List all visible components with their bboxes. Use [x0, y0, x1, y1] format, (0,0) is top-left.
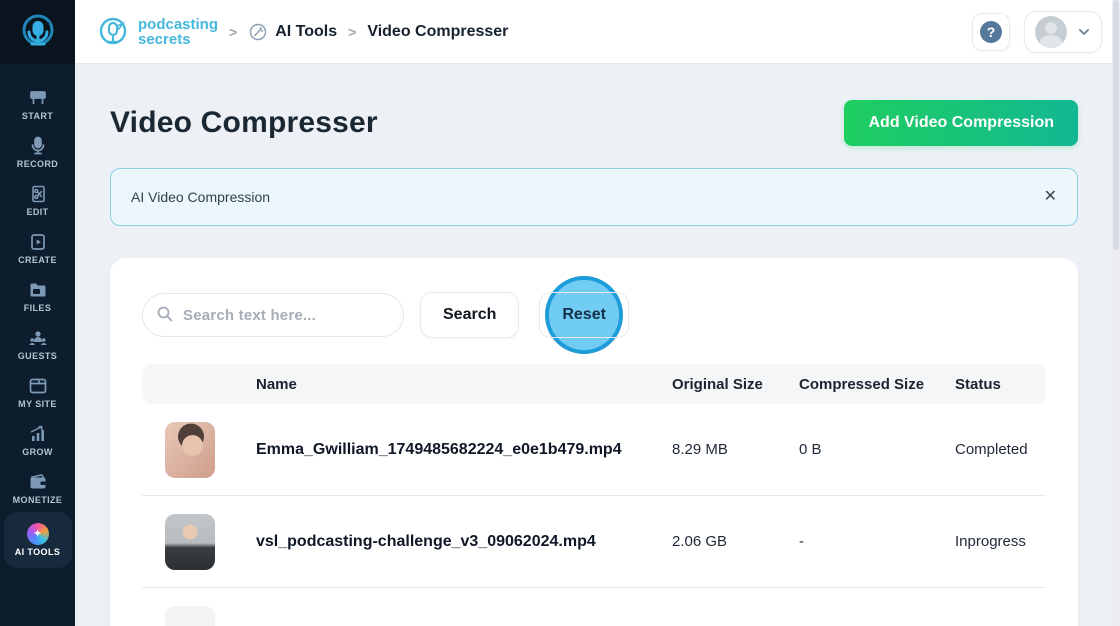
- info-banner-text: AI Video Compression: [131, 189, 271, 205]
- sidebar-item-my-site[interactable]: MY SITE: [4, 368, 72, 416]
- close-icon[interactable]: ✕: [1044, 189, 1057, 205]
- sidebar-item-label: MY SITE: [18, 398, 57, 409]
- search-toolbar: Search Reset: [142, 276, 1046, 354]
- page-header: Video Compresser Add Video Compression: [110, 92, 1078, 154]
- breadcrumb-video-compresser[interactable]: Video Compresser: [367, 23, 508, 41]
- video-thumbnail[interactable]: [165, 421, 215, 478]
- topbar-right: ?: [972, 10, 1102, 53]
- sidebar-item-files[interactable]: FILES: [4, 272, 72, 320]
- app-window: START RECORD EDIT CREATE FILES GUESTS MY…: [0, 0, 1120, 626]
- breadcrumb-label: Video Compresser: [367, 22, 509, 40]
- main-area: podcasting secrets > AI Tools > Video Co…: [75, 0, 1120, 626]
- user-menu[interactable]: [1024, 10, 1102, 53]
- sidebar-item-start[interactable]: START: [4, 80, 72, 128]
- search-button[interactable]: Search: [420, 292, 520, 338]
- growth-chart-icon: [28, 424, 48, 444]
- video-thumbnail[interactable]: [165, 605, 215, 626]
- sidebar-item-edit[interactable]: EDIT: [4, 176, 72, 224]
- compression-list-card: Search Reset Name Original Size Compress…: [110, 258, 1078, 626]
- sidebar-item-monetize[interactable]: MONETIZE: [4, 464, 72, 512]
- table-header-row: Name Original Size Compressed Size Statu…: [142, 364, 1046, 404]
- sidebar-item-record[interactable]: RECORD: [4, 128, 72, 176]
- sidebar-item-label: EDIT: [26, 206, 49, 217]
- brand-line1: podcasting: [138, 15, 219, 33]
- help-icon: ?: [980, 20, 1002, 43]
- table-row: Emma_Gwilliam_1749485682224_e0e1b479.mp4…: [142, 404, 1046, 496]
- sidebar-item-label: GUESTS: [17, 350, 58, 361]
- sidebar-item-label: START: [21, 110, 54, 121]
- video-thumbnail[interactable]: [165, 513, 215, 570]
- sidebar-logo[interactable]: [0, 0, 75, 64]
- sidebar-item-label: RECORD: [16, 158, 59, 169]
- compressed-size: -: [799, 533, 804, 550]
- header-original-size: Original Size: [672, 375, 763, 393]
- chevron-down-icon: [1077, 25, 1091, 39]
- breadcrumb-ai-tools[interactable]: AI Tools: [248, 22, 337, 42]
- sidebar-item-label: FILES: [23, 302, 52, 313]
- microphone-icon: [28, 136, 48, 156]
- video-name: Emma_Gwilliam_1749485682224_e0e1b479.mp4: [256, 440, 622, 458]
- header-compressed-size: Compressed Size: [799, 375, 925, 393]
- topbar: podcasting secrets > AI Tools > Video Co…: [75, 0, 1120, 64]
- breadcrumb-separator: >: [229, 23, 238, 40]
- brand-wordmark: podcasting secrets: [138, 17, 218, 47]
- edit-clip-icon: [28, 184, 48, 204]
- topbar-left: podcasting secrets > AI Tools > Video Co…: [95, 14, 508, 50]
- original-size: 2.06 GB: [672, 533, 728, 550]
- scrollbar-thumb[interactable]: [1113, 0, 1119, 250]
- video-name: vsl_podcasting-challenge_v3_09062024.mp4: [256, 532, 596, 550]
- breadcrumb-separator: >: [348, 23, 357, 40]
- wallet-icon: [28, 472, 48, 492]
- status-text: Completed: [955, 441, 1028, 458]
- avatar: [1035, 15, 1067, 48]
- add-video-compression-button[interactable]: Add Video Compression: [844, 100, 1078, 146]
- sidebar-item-guests[interactable]: GUESTS: [4, 320, 72, 368]
- podcasting-secrets-logo-icon: [17, 11, 59, 53]
- breadcrumb-label: AI Tools: [275, 22, 338, 40]
- scrollbar-track[interactable]: [1112, 0, 1120, 626]
- brand-logo[interactable]: podcasting secrets: [95, 14, 218, 50]
- info-banner: AI Video Compression ✕: [110, 168, 1078, 226]
- magic-wand-circle-icon: [248, 22, 268, 42]
- header-name: Name: [256, 375, 297, 393]
- table-row: episode-20.mp4 2.21 GB 0 B Completed: [142, 588, 1046, 626]
- table-row: vsl_podcasting-challenge_v3_09062024.mp4…: [142, 496, 1046, 588]
- sidebar-item-label: AI TOOLS: [14, 546, 61, 557]
- sidebar-item-ai-tools[interactable]: AI TOOLS: [3, 512, 72, 568]
- sidebar: START RECORD EDIT CREATE FILES GUESTS MY…: [0, 0, 75, 626]
- brand-line2: secrets: [138, 30, 191, 48]
- sidebar-item-create[interactable]: CREATE: [4, 224, 72, 272]
- help-button[interactable]: ?: [972, 12, 1010, 51]
- brand-mic-icon: [95, 14, 131, 50]
- sidebar-item-label: MONETIZE: [12, 494, 63, 505]
- start-sign-icon: [28, 88, 48, 108]
- page-title: Video Compresser: [110, 106, 378, 139]
- header-status: Status: [955, 375, 1001, 393]
- create-media-icon: [28, 232, 48, 252]
- sidebar-item-label: CREATE: [18, 254, 57, 265]
- reset-button[interactable]: Reset: [539, 292, 629, 338]
- search-box: [142, 293, 404, 337]
- browser-window-icon: [28, 376, 48, 396]
- content: Video Compresser Add Video Compression A…: [75, 64, 1120, 626]
- compressed-size: 0 B: [799, 441, 822, 458]
- original-size: 8.29 MB: [672, 441, 728, 458]
- status-text: Inprogress: [955, 533, 1026, 550]
- ai-sparkle-icon: [26, 522, 49, 545]
- sidebar-item-grow[interactable]: GROW: [4, 416, 72, 464]
- search-input[interactable]: [142, 293, 404, 337]
- people-icon: [28, 328, 48, 348]
- compressions-table: Name Original Size Compressed Size Statu…: [142, 364, 1046, 626]
- sidebar-item-label: GROW: [22, 446, 53, 457]
- sidebar-nav: START RECORD EDIT CREATE FILES GUESTS MY…: [0, 64, 75, 568]
- reset-button-wrap: Reset: [539, 276, 629, 354]
- folder-icon: [28, 280, 48, 300]
